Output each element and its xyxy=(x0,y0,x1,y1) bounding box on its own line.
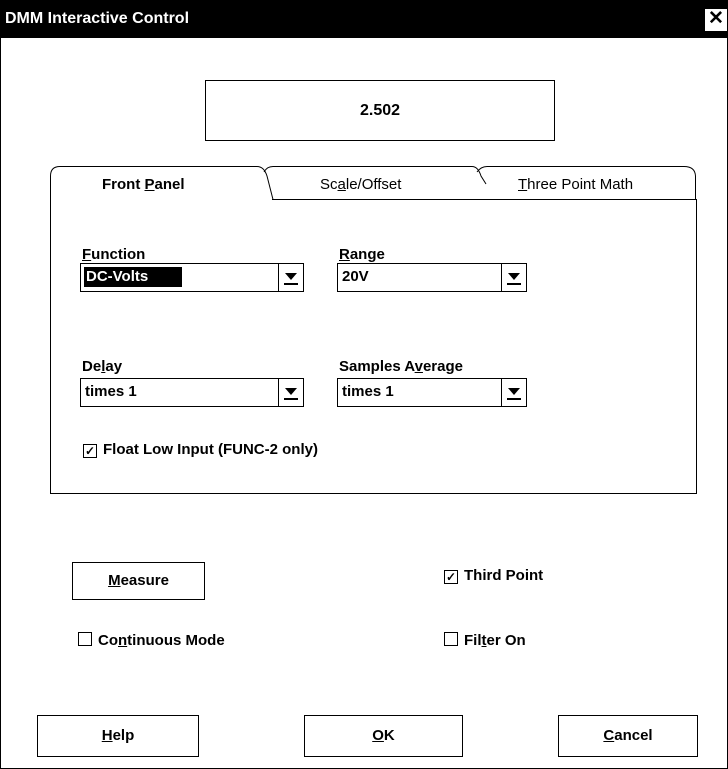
third-point-checkbox[interactable]: ✓ Third Point xyxy=(444,567,543,584)
close-icon[interactable]: ✕ xyxy=(705,9,727,31)
continuous-mode-checkbox[interactable]: Continuous Mode xyxy=(78,632,225,649)
reading-display: 2.502 xyxy=(205,80,555,141)
checkbox-unchecked-icon xyxy=(444,632,458,646)
float-low-input-checkbox[interactable]: ✓ Float Low Input (FUNC-2 only) xyxy=(83,441,318,458)
ok-button[interactable]: OK xyxy=(304,715,463,757)
title-bar[interactable]: DMM Interactive Control ✕ xyxy=(1,1,727,38)
delay-value: times 1 xyxy=(85,383,137,400)
dialog-window: DMM Interactive Control ✕ 2.502 Front Pa… xyxy=(0,0,728,769)
filter-on-checkbox[interactable]: Filter On xyxy=(444,632,526,649)
tab-strip: Front Panel Scale/Offset Three Point Mat… xyxy=(50,166,696,200)
range-label: Range xyxy=(339,246,385,263)
function-select[interactable]: DC-Volts xyxy=(80,263,304,292)
dropdown-arrow-icon[interactable] xyxy=(278,379,303,406)
samples-average-select[interactable]: times 1 xyxy=(337,378,527,407)
dropdown-arrow-icon[interactable] xyxy=(278,264,303,291)
checkbox-checked-icon: ✓ xyxy=(83,444,97,458)
tab-three-point-math[interactable]: Three Point Math xyxy=(518,176,633,193)
range-value: 20V xyxy=(342,268,369,285)
tab-scale-offset[interactable]: Scale/Offset xyxy=(320,176,401,193)
dropdown-arrow-icon[interactable] xyxy=(501,379,526,406)
range-select[interactable]: 20V xyxy=(337,263,527,292)
checkbox-checked-icon: ✓ xyxy=(444,570,458,584)
window-title: DMM Interactive Control xyxy=(5,10,190,27)
function-value: DC-Volts xyxy=(84,267,183,287)
dropdown-arrow-icon[interactable] xyxy=(501,264,526,291)
help-button[interactable]: Help xyxy=(37,715,199,757)
tab-front-panel[interactable]: Front Panel xyxy=(102,176,185,193)
cancel-button[interactable]: Cancel xyxy=(558,715,698,757)
delay-label: Delay xyxy=(82,358,123,375)
samples-average-label: Samples Average xyxy=(339,358,463,375)
samples-average-value: times 1 xyxy=(342,383,394,400)
delay-select[interactable]: times 1 xyxy=(80,378,304,407)
checkbox-unchecked-icon xyxy=(78,632,92,646)
function-label: Function xyxy=(82,246,146,263)
measure-button[interactable]: Measure xyxy=(72,562,205,600)
